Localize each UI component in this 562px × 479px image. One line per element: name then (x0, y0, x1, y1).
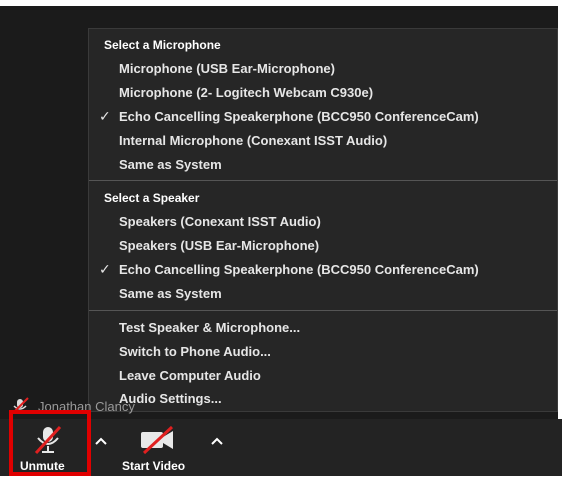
speaker-option[interactable]: Speakers (USB Ear-Microphone) (119, 238, 319, 253)
chevron-up-icon (211, 437, 223, 445)
unmute-label: Unmute (20, 459, 65, 473)
menu-divider (89, 310, 557, 311)
audio-options-menu: Select a Microphone Microphone (USB Ear-… (88, 28, 558, 412)
checkmark-icon: ✓ (99, 108, 111, 124)
meeting-window: Select a Microphone Microphone (USB Ear-… (0, 0, 562, 479)
participant-name: Jonathan Clancy (38, 399, 135, 414)
speaker-option[interactable]: Speakers (Conexant ISST Audio) (119, 214, 321, 229)
leave-computer-audio-item[interactable]: Leave Computer Audio (119, 368, 261, 383)
checkmark-icon: ✓ (99, 261, 111, 277)
test-speaker-microphone-item[interactable]: Test Speaker & Microphone... (119, 320, 300, 335)
microphone-option[interactable]: Internal Microphone (Conexant ISST Audio… (119, 133, 387, 148)
chevron-up-icon (95, 437, 107, 445)
video-camera-off-icon (141, 425, 174, 455)
video-options-caret[interactable] (210, 433, 224, 451)
unmute-button[interactable]: Unmute (14, 421, 82, 475)
microphone-option-selected[interactable]: Echo Cancelling Speakerphone (BCC950 Con… (119, 109, 479, 124)
microphone-option[interactable]: Microphone (2- Logitech Webcam C930e) (119, 85, 373, 100)
start-video-label: Start Video (122, 459, 186, 473)
muted-mic-small-icon (12, 397, 29, 414)
speaker-option[interactable]: Same as System (119, 286, 222, 301)
top-edge (0, 0, 562, 6)
microphone-section-header: Select a Microphone (104, 38, 221, 52)
right-edge (558, 0, 562, 479)
menu-divider (89, 180, 557, 181)
microphone-option[interactable]: Microphone (USB Ear-Microphone) (119, 61, 335, 76)
speaker-section-header: Select a Speaker (104, 191, 200, 205)
start-video-button[interactable]: Start Video (116, 421, 200, 475)
microphone-option[interactable]: Same as System (119, 157, 222, 172)
speaker-option-selected[interactable]: Echo Cancelling Speakerphone (BCC950 Con… (119, 262, 479, 277)
meeting-toolbar: Unmute Start Video (0, 419, 562, 479)
audio-options-caret[interactable] (94, 433, 108, 451)
switch-to-phone-audio-item[interactable]: Switch to Phone Audio... (119, 344, 271, 359)
microphone-muted-icon (34, 425, 62, 455)
